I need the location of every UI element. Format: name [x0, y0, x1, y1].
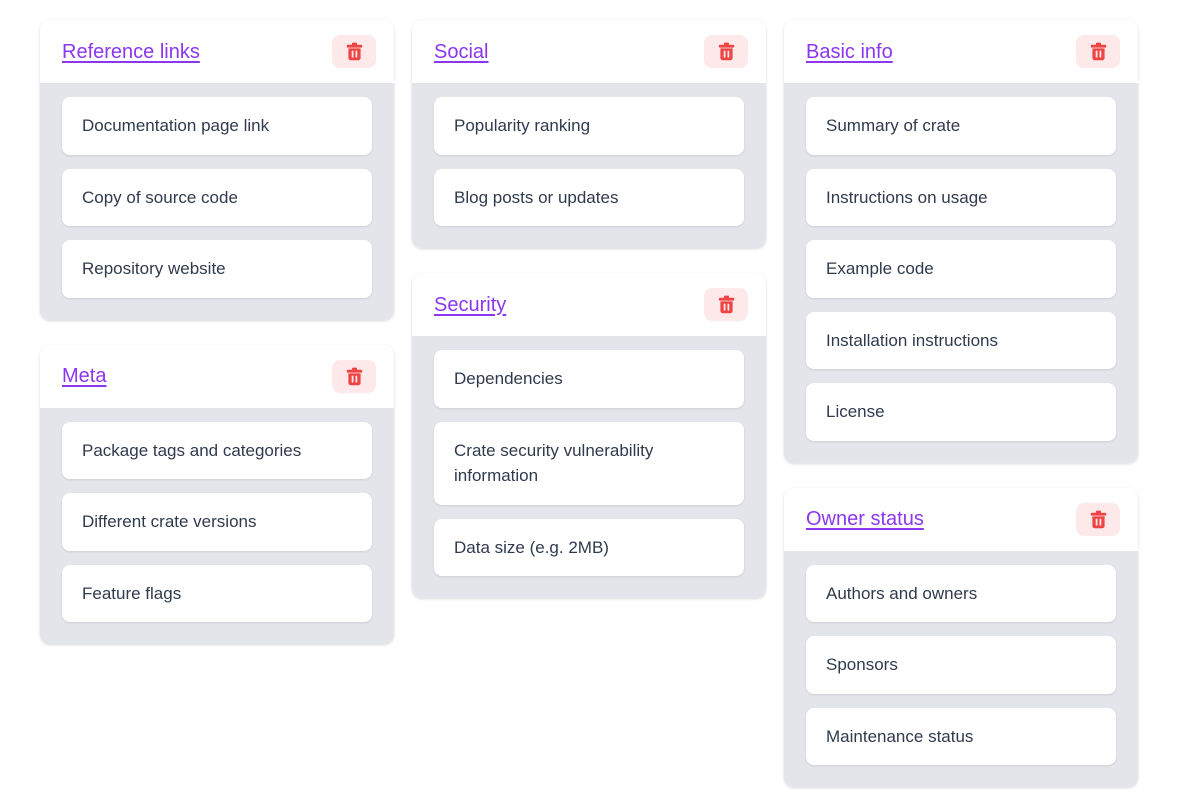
list-item[interactable]: License [806, 383, 1116, 441]
list-item[interactable]: Popularity ranking [434, 97, 744, 155]
list-item[interactable]: Different crate versions [62, 493, 372, 551]
card-title-link[interactable]: Security [434, 293, 506, 317]
list-item[interactable]: Copy of source code [62, 168, 372, 226]
delete-card-button[interactable] [332, 359, 376, 393]
trash-icon [346, 42, 363, 61]
list-item[interactable]: Feature flags [62, 564, 372, 622]
list-item[interactable]: Documentation page link [62, 97, 372, 155]
delete-card-button[interactable] [1076, 35, 1120, 68]
delete-card-button[interactable] [1076, 502, 1120, 536]
list-item[interactable]: Summary of crate [806, 97, 1116, 155]
card-item-list: Package tags and categories Different cra… [40, 407, 394, 644]
card-header: Security [412, 273, 766, 336]
card-title-link[interactable]: Reference links [62, 40, 200, 64]
list-item[interactable]: Repository website [62, 240, 372, 298]
delete-card-button[interactable] [332, 35, 376, 68]
card-title-link[interactable]: Owner status [806, 507, 924, 531]
list-item[interactable]: Authors and owners [806, 564, 1116, 622]
trash-icon [1090, 510, 1107, 529]
card-title-link[interactable]: Social [434, 40, 488, 64]
card-column: Reference links Documentation page link C… [40, 20, 394, 644]
delete-card-button[interactable] [704, 288, 748, 321]
trash-icon [1090, 42, 1107, 61]
card-header: Basic info [784, 20, 1138, 83]
category-card: Owner status Authors and owners Sponsors M… [784, 487, 1138, 787]
card-item-list: Documentation page link Copy of source co… [40, 83, 394, 320]
category-card: Basic info Summary of crate Instructions … [784, 20, 1138, 463]
list-item[interactable]: Sponsors [806, 636, 1116, 694]
category-card: Meta Package tags and categories Differen… [40, 344, 394, 644]
card-column: Basic info Summary of crate Instructions … [784, 20, 1138, 787]
trash-icon [718, 42, 735, 61]
list-item[interactable]: Crate security vulnerability information [434, 421, 744, 505]
list-item[interactable]: Package tags and categories [62, 421, 372, 479]
card-header: Meta [40, 344, 394, 408]
card-header: Reference links [40, 20, 394, 83]
trash-icon [718, 295, 735, 314]
delete-card-button[interactable] [704, 35, 748, 68]
card-header: Owner status [784, 487, 1138, 551]
list-item[interactable]: Data size (e.g. 2MB) [434, 518, 744, 576]
category-card: Social Popularity ranking Blog posts or u… [412, 20, 766, 248]
card-item-list: Summary of crate Instructions on usage Exa… [784, 83, 1138, 463]
card-header: Social [412, 20, 766, 83]
card-title-link[interactable]: Meta [62, 364, 106, 388]
category-card: Security Dependencies Crate security vuln… [412, 273, 766, 598]
list-item[interactable]: Maintenance status [806, 707, 1116, 765]
card-item-list: Authors and owners Sponsors Maintenance st… [784, 550, 1138, 787]
list-item[interactable]: Blog posts or updates [434, 168, 744, 226]
card-title-link[interactable]: Basic info [806, 40, 893, 64]
list-item[interactable]: Example code [806, 240, 1116, 298]
card-column: Social Popularity ranking Blog posts or u… [412, 20, 766, 598]
list-item[interactable]: Instructions on usage [806, 168, 1116, 226]
card-item-list: Dependencies Crate security vulnerability… [412, 336, 766, 598]
trash-icon [346, 367, 363, 386]
list-item[interactable]: Dependencies [434, 350, 744, 408]
list-item[interactable]: Installation instructions [806, 311, 1116, 369]
category-card: Reference links Documentation page link C… [40, 20, 394, 320]
card-board: Reference links Documentation page link C… [0, 0, 1182, 787]
card-item-list: Popularity ranking Blog posts or updates [412, 83, 766, 248]
